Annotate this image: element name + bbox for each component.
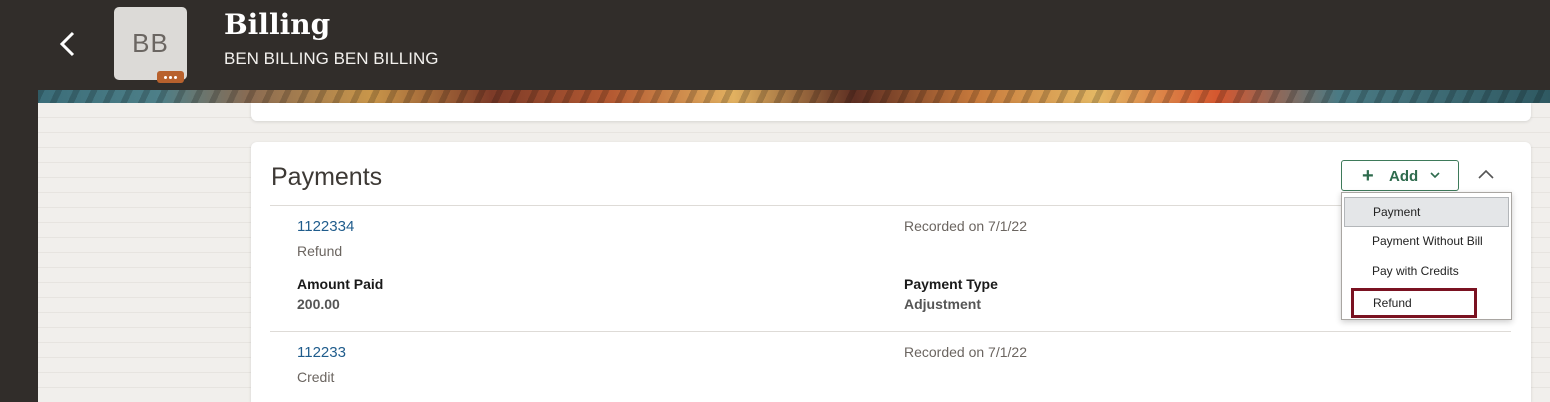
recorded-date: Recorded on 7/1/22 <box>904 218 1027 234</box>
add-button-label: Add <box>1389 168 1419 185</box>
page-title: Billing <box>224 8 331 41</box>
recorded-date: Recorded on 7/1/22 <box>904 344 1027 360</box>
payments-title: Payments <box>271 163 383 191</box>
avatar-initials: BB <box>132 28 169 58</box>
menu-item-refund[interactable]: Refund <box>1351 288 1477 318</box>
previous-card <box>251 103 1531 121</box>
menu-item-pay-with-credits[interactable]: Pay with Credits <box>1342 256 1511 286</box>
payment-type-value: Adjustment <box>904 296 981 312</box>
payment-kind: Credit <box>297 369 335 385</box>
payment-kind: Refund <box>297 243 343 259</box>
decorative-banner <box>38 90 1550 103</box>
header-divider <box>270 205 1511 206</box>
payment-id-link[interactable]: 1122334 <box>297 218 354 235</box>
payments-card <box>251 142 1531 402</box>
payment-id-link[interactable]: 112233 <box>297 344 346 361</box>
amount-paid-label: Amount Paid <box>297 276 384 292</box>
add-button[interactable]: + Add <box>1341 160 1459 191</box>
back-chevron-icon[interactable] <box>52 24 84 64</box>
chevron-down-icon <box>1430 172 1440 179</box>
page-subtitle: BEN BILLING BEN BILLING <box>224 49 439 68</box>
add-dropdown-menu: Payment Payment Without Bill Pay with Cr… <box>1341 192 1512 320</box>
avatar[interactable]: BB <box>114 7 187 80</box>
payment-type-label: Payment Type <box>904 276 998 292</box>
menu-item-payment[interactable]: Payment <box>1344 197 1509 227</box>
collapse-chevron-up-icon[interactable] <box>1476 166 1496 182</box>
plus-icon: + <box>1362 165 1374 187</box>
row-divider <box>270 331 1511 332</box>
amount-paid-value: 200.00 <box>297 296 340 312</box>
more-dots-icon[interactable] <box>157 71 184 83</box>
menu-item-payment-without-bill[interactable]: Payment Without Bill <box>1342 226 1511 256</box>
